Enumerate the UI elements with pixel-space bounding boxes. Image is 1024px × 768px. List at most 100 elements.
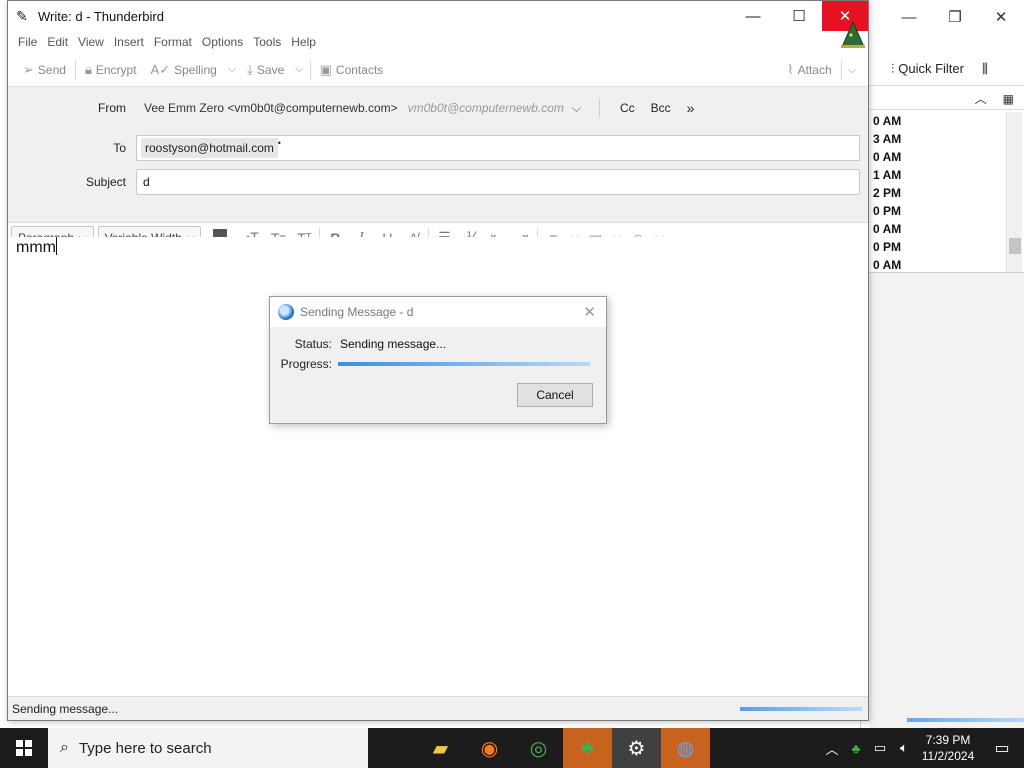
message-time[interactable]: 3 AM <box>873 130 901 148</box>
thunderbird-logo-icon <box>278 304 294 320</box>
file-explorer-icon[interactable]: ▰ <box>416 728 465 768</box>
spellcheck-icon: A✓ <box>150 61 171 77</box>
bcc-button[interactable]: Bcc <box>643 101 679 115</box>
from-identity[interactable]: Vee Emm Zero <vm0b0t@computernewb.com> <box>144 101 398 115</box>
thunderbird-taskbar-icon[interactable]: ◍ <box>661 728 710 768</box>
message-time[interactable]: 1 AM <box>873 166 901 184</box>
message-time[interactable]: 0 AM <box>873 148 901 166</box>
message-time[interactable]: 0 AM <box>873 112 901 130</box>
start-button[interactable] <box>0 728 48 768</box>
paperclip-icon: ⌇ <box>787 62 794 77</box>
menu-file[interactable]: File <box>13 35 42 49</box>
send-icon: ➢ <box>23 61 34 77</box>
recipient-address: roostyson@hotmail.com <box>145 141 274 155</box>
chrome-icon[interactable]: ◎ <box>514 728 563 768</box>
quick-filter-button[interactable]: ⫶ Quick Filter <box>891 61 964 77</box>
cancel-button[interactable]: Cancel <box>517 383 593 407</box>
recipient-pill[interactable]: roostyson@hotmail.com • <box>141 138 281 158</box>
attach-dropdown-icon[interactable]: ⌵ <box>844 64 860 77</box>
send-button[interactable]: ➢ Send <box>16 56 73 84</box>
cc-button[interactable]: Cc <box>612 101 643 115</box>
sort-up-icon[interactable]: ︿ <box>975 90 987 107</box>
status-progress-bar <box>740 707 862 711</box>
attach-label: Attach <box>797 63 832 77</box>
compose-toolbar: ➢ Send 🔒︎ Encrypt A✓ Spelling ⌵ ⤓ Save ⌵… <box>8 53 868 87</box>
dialog-titlebar: Sending Message - d ✕ <box>270 297 606 327</box>
subject-label: Subject <box>85 175 126 189</box>
close-icon[interactable]: ✕ <box>978 8 1024 26</box>
main-toolbar: ⫶ Quick Filter ⫼ <box>861 52 1024 86</box>
message-list-dates: 0 AM 3 AM 0 AM 1 AM 2 PM 0 PM 0 AM 0 PM 0 AM <box>873 112 901 274</box>
restore-icon[interactable]: ❐ <box>932 8 978 26</box>
search-icon: ⌕ <box>60 739 69 756</box>
clock-time: 7:39 PM <box>925 733 971 747</box>
spelling-button[interactable]: A✓ Spelling <box>144 56 224 84</box>
taskbar: ⌕ Type here to search ▰ ◉ ◎ ♣ ⚙ ◍ ︿ ♣ ▭ … <box>0 728 1024 768</box>
subject-value: d <box>143 175 150 189</box>
status-value: Sending message... <box>340 337 447 351</box>
chevron-up-icon[interactable]: ︿ <box>820 739 844 758</box>
menu-format[interactable]: Format <box>149 35 197 49</box>
main-progress-bar <box>907 718 1024 722</box>
notification-icon[interactable]: ▭ <box>980 738 1024 758</box>
message-list-scrollbar[interactable] <box>1006 112 1022 272</box>
menu-insert[interactable]: Insert <box>109 35 149 49</box>
status-text: Sending message... <box>12 701 119 716</box>
contacts-app-icon[interactable]: ♣ <box>563 728 612 768</box>
menu-tools[interactable]: Tools <box>248 35 286 49</box>
message-time[interactable]: 0 PM <box>873 238 901 256</box>
to-label: To <box>113 141 126 155</box>
attach-button[interactable]: ⌇ Attach <box>780 56 838 84</box>
from-dropdown-icon[interactable]: ⌵ <box>572 101 581 116</box>
clock-date: 11/2/2024 <box>921 749 975 763</box>
from-row: From Vee Emm Zero <vm0b0t@computernewb.c… <box>8 97 868 119</box>
spelling-dropdown-icon[interactable]: ⌵ <box>224 63 240 76</box>
column-picker-icon[interactable]: ▦ <box>1003 92 1014 106</box>
taskbar-search-box[interactable]: ⌕ Type here to search <box>48 728 368 768</box>
download-icon: ⤓ <box>247 61 253 77</box>
taskbar-apps: ▰ ◉ ◎ ♣ ⚙ ◍ <box>416 728 710 768</box>
pencil-icon: ✎ <box>16 7 28 24</box>
thunderbird-main-window: — ❐ ✕ ⫶ Quick Filter ⫼ ︿ ▦ 0 AM 3 AM 0 AM 1… <box>860 0 1024 728</box>
dialog-close-icon[interactable]: ✕ <box>583 303 596 321</box>
to-field[interactable]: roostyson@hotmail.com • <box>136 135 860 161</box>
message-time[interactable]: 2 PM <box>873 184 901 202</box>
filter-icon: ⫶ <box>891 60 895 76</box>
volume-icon[interactable]: 🔈︎ <box>892 740 916 756</box>
more-fields-icon[interactable]: » <box>679 100 703 116</box>
firefox-icon[interactable]: ◉ <box>465 728 514 768</box>
from-email-hint: vm0b0t@computernewb.com <box>407 101 564 115</box>
subject-field[interactable]: d <box>136 169 860 195</box>
clock[interactable]: 7:39 PM 11/2/2024 <box>916 732 980 764</box>
contacts-button[interactable]: ▣ Contacts <box>313 56 391 84</box>
dialog-progress-row: Progress: <box>270 357 590 371</box>
save-button[interactable]: ⤓ Save <box>240 56 291 84</box>
send-label: Send <box>37 62 66 77</box>
quick-filter-label: Quick Filter <box>898 61 964 76</box>
address-book-icon: ▣ <box>319 61 332 77</box>
window-title: Write: d - Thunderbird <box>38 8 164 24</box>
wizard-hat-icon <box>841 21 865 48</box>
menu-bar: File Edit View Insert Format Options Too… <box>8 31 868 53</box>
minimize-button[interactable]: — <box>730 1 776 31</box>
dialog-title: Sending Message - d <box>300 305 414 319</box>
save-dropdown-icon[interactable]: ⌵ <box>291 63 307 76</box>
menu-edit[interactable]: Edit <box>42 35 73 49</box>
menu-help[interactable]: Help <box>286 35 321 49</box>
message-time[interactable]: 0 PM <box>873 202 901 220</box>
menu-options[interactable]: Options <box>197 35 248 49</box>
people-icon[interactable]: ♣ <box>844 741 868 756</box>
minimize-icon[interactable]: — <box>886 9 932 26</box>
progress-label: Progress: <box>280 357 332 371</box>
body-text: mmm <box>16 239 56 256</box>
spelling-label: Spelling <box>174 62 217 77</box>
message-time[interactable]: 0 AM <box>873 220 901 238</box>
menu-view[interactable]: View <box>73 35 109 49</box>
status-label: Status: <box>294 337 332 351</box>
encrypt-label: Encrypt <box>95 62 137 77</box>
network-icon[interactable]: ▭ <box>868 740 892 756</box>
settings-icon[interactable]: ⚙ <box>612 728 661 768</box>
encrypt-button[interactable]: 🔒︎ Encrypt <box>78 56 144 84</box>
list-options-icon[interactable]: ⫼ <box>982 61 988 77</box>
maximize-button[interactable]: ☐ <box>776 1 822 31</box>
